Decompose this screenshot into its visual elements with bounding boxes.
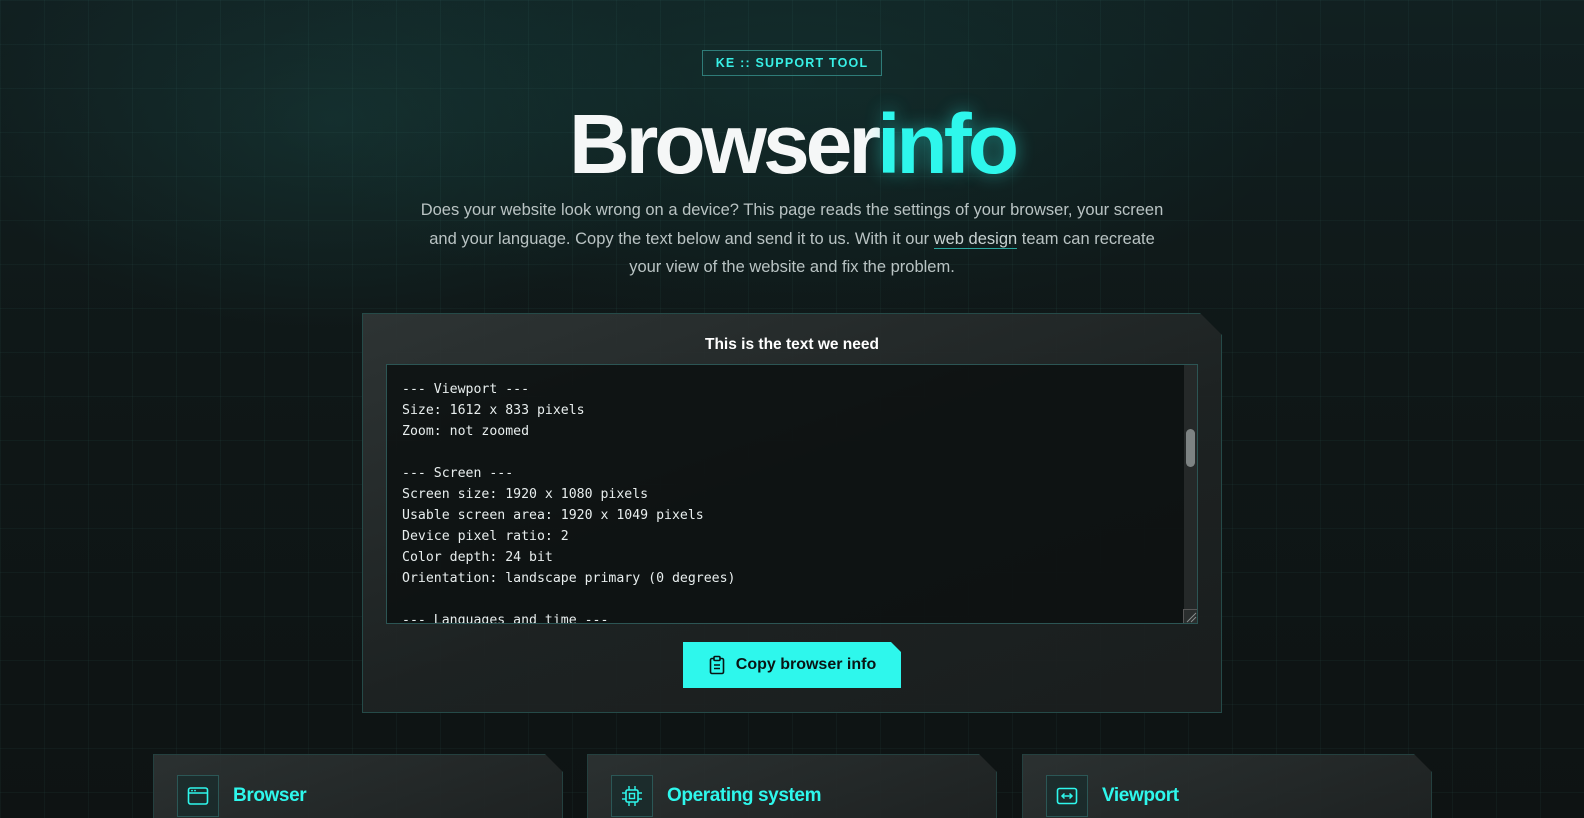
page-title-main: Browser [568, 97, 881, 191]
browser-section-card[interactable]: Browser [153, 754, 563, 818]
textarea-scrollbar-thumb[interactable] [1186, 429, 1195, 467]
viewport-section-title: Viewport [1102, 785, 1179, 806]
browser-info-text[interactable]: --- Viewport --- Size: 1612 x 833 pixels… [387, 365, 1197, 624]
viewport-section-card[interactable]: Viewport [1022, 754, 1432, 818]
page-title: Browserinfo [0, 96, 1584, 192]
operating-system-section-title: Operating system [667, 785, 822, 806]
operating-system-section-card[interactable]: Operating system [587, 754, 997, 818]
page: KE :: SUPPORT TOOL Browserinfo Does your… [0, 0, 1584, 818]
copy-button-label: Copy browser info [735, 656, 877, 673]
support-tool-badge: KE :: SUPPORT TOOL [702, 50, 882, 76]
intro-text: Does your website look wrong on a device… [420, 196, 1164, 282]
resize-grip-icon [1184, 610, 1197, 623]
browser-info-card: This is the text we need --- Viewport --… [362, 313, 1222, 713]
textarea-resize-handle[interactable] [1183, 609, 1197, 623]
viewport-arrows-icon [1046, 775, 1088, 817]
cpu-chip-icon [611, 775, 653, 817]
textarea-scrollbar[interactable] [1184, 365, 1197, 623]
copy-browser-info-button[interactable]: Copy browser info [683, 642, 901, 688]
browser-section-title: Browser [233, 785, 307, 806]
browser-info-textarea[interactable]: --- Viewport --- Size: 1612 x 833 pixels… [386, 364, 1198, 624]
card-heading: This is the text we need [705, 336, 879, 353]
page-title-accent: info [877, 97, 1019, 191]
clipboard-icon [708, 655, 726, 675]
web-design-link[interactable]: web design [933, 229, 1018, 249]
browser-window-icon [177, 775, 219, 817]
